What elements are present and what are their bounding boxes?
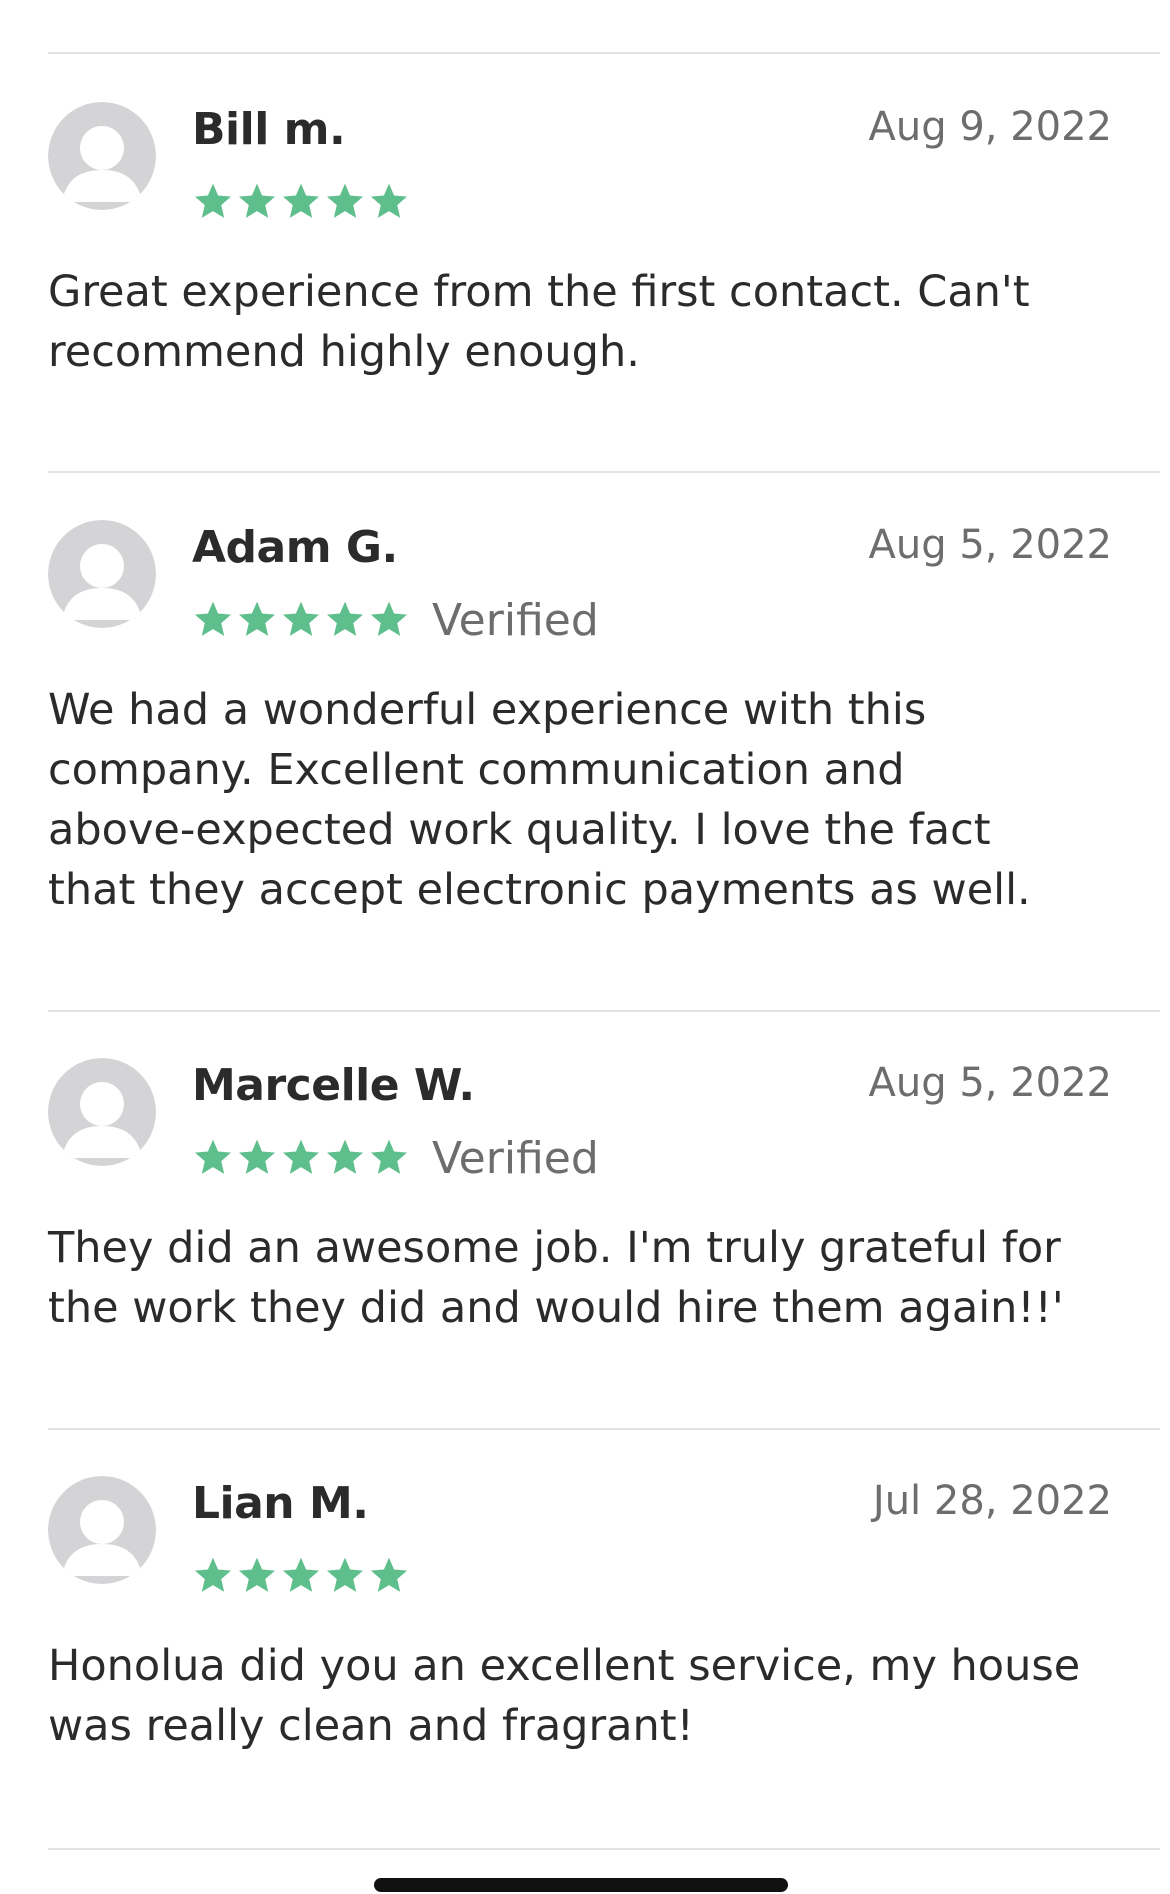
user-avatar-icon <box>48 520 156 628</box>
review-divider <box>48 1428 1160 1430</box>
review-text: Honolua did you an excellent service, my… <box>48 1641 1081 1751</box>
star-icon <box>236 181 278 223</box>
star-rating <box>192 1555 410 1597</box>
star-rating <box>192 599 410 641</box>
review-date: Jul 28, 2022 <box>872 1478 1112 1524</box>
user-avatar-icon <box>48 102 156 210</box>
reviewer-name: Marcelle W. <box>192 1060 475 1111</box>
reviewer-name: Bill m. <box>192 104 346 155</box>
review-divider <box>48 1848 1160 1850</box>
star-icon <box>368 599 410 641</box>
star-icon <box>324 181 366 223</box>
star-icon <box>236 1137 278 1179</box>
star-icon <box>236 1555 278 1597</box>
star-icon <box>236 599 278 641</box>
star-icon <box>324 1555 366 1597</box>
review-divider <box>48 1010 1160 1012</box>
star-icon <box>368 1555 410 1597</box>
star-icon <box>324 599 366 641</box>
user-avatar-icon <box>48 1476 156 1584</box>
home-indicator[interactable] <box>374 1878 788 1892</box>
star-icon <box>280 1137 322 1179</box>
star-rating <box>192 181 410 223</box>
star-icon <box>192 1137 234 1179</box>
rating-row <box>192 1548 410 1604</box>
verified-badge: Verified <box>432 1132 599 1184</box>
star-icon <box>324 1137 366 1179</box>
review-text: They did an awesome job. I'm truly grate… <box>48 1223 1064 1333</box>
review-date: Aug 5, 2022 <box>868 522 1113 568</box>
review-text: We had a wonderful experience with this … <box>48 685 1031 915</box>
star-rating <box>192 1137 410 1179</box>
star-icon <box>280 599 322 641</box>
star-icon <box>192 599 234 641</box>
rating-row: Verified <box>192 592 599 648</box>
verified-badge: Verified <box>432 594 599 646</box>
star-icon <box>368 181 410 223</box>
star-icon <box>368 1137 410 1179</box>
star-icon <box>192 1555 234 1597</box>
rating-row <box>192 174 410 230</box>
review-date: Aug 5, 2022 <box>868 1060 1113 1106</box>
star-icon <box>280 181 322 223</box>
star-icon <box>280 1555 322 1597</box>
reviewer-name: Lian M. <box>192 1478 369 1529</box>
reviewer-name: Adam G. <box>192 522 398 573</box>
review-text: Great experience from the first contact.… <box>48 267 1030 377</box>
user-avatar-icon <box>48 1058 156 1166</box>
review-date: Aug 9, 2022 <box>868 104 1113 150</box>
review-divider <box>48 471 1160 473</box>
review-divider <box>48 52 1160 54</box>
rating-row: Verified <box>192 1130 599 1186</box>
star-icon <box>192 181 234 223</box>
